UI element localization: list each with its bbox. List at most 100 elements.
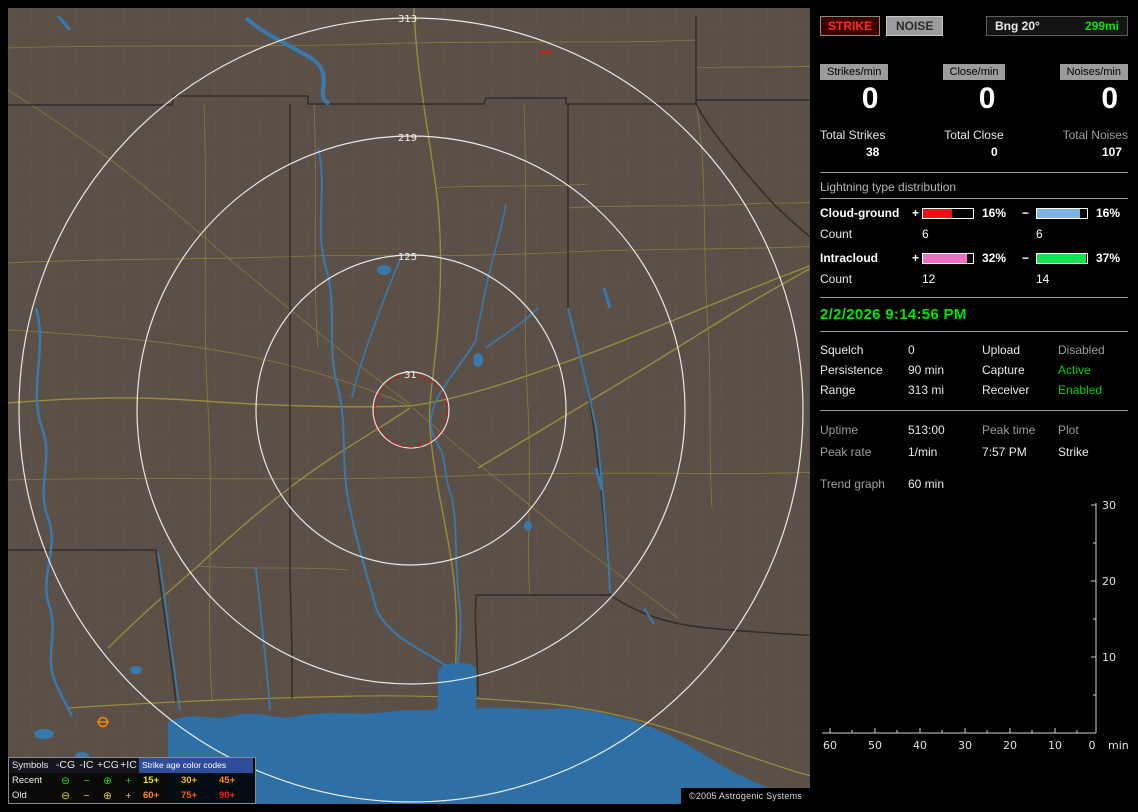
cloud-ground-row: Cloud-ground + 16% − 16% <box>820 206 1128 220</box>
legend-symbols-header: Symbols <box>9 758 55 773</box>
bearing-label: Bng 20° <box>995 19 1040 33</box>
legend-col-neg-cg: -CG <box>55 758 76 773</box>
ic-negative-bar <box>1036 252 1088 264</box>
bearing-range: 299mi <box>1084 19 1119 33</box>
cg-negative-bar <box>1036 207 1088 219</box>
receiver-value: Enabled <box>1058 383 1103 397</box>
close-per-min-label: Close/min <box>942 64 1006 80</box>
age-code-45: 45+ <box>219 775 236 786</box>
strikes-per-min-label: Strikes/min <box>820 64 889 80</box>
total-noises-label: Total Noises <box>1062 128 1128 142</box>
side-panel: STRIKE NOISE Bng 20° 299mi Strikes/min 0… <box>816 8 1130 804</box>
intracloud-row: Intracloud + 32% − 37% <box>820 251 1128 265</box>
noises-per-min-value: 0 <box>1101 82 1118 115</box>
legend-col-neg-ic: -IC <box>76 758 97 773</box>
ic-negative-count: 14 <box>1036 272 1050 286</box>
trend-graph-row: Trend graph 60 min <box>820 477 1128 491</box>
map-svg: 313 219 125 31 <box>8 8 810 804</box>
neg-ic-old-icon: − <box>83 789 90 802</box>
neg-cg-recent-icon: ⊖ <box>61 774 70 787</box>
cg-positive-count: 6 <box>922 227 929 241</box>
ic-positive-count: 12 <box>922 272 936 286</box>
x-axis-unit: min <box>1108 739 1129 752</box>
cg-positive-bar <box>922 207 974 219</box>
upload-value: Disabled <box>1058 343 1105 357</box>
pos-cg-recent-icon: ⊕ <box>103 774 112 787</box>
minus-sign: − <box>1022 251 1030 265</box>
total-noises-value: 107 <box>1101 145 1122 159</box>
ring-label-31: 31 <box>404 370 417 381</box>
strike-tab-button[interactable]: STRIKE <box>820 16 881 36</box>
neg-cg-old-icon: ⊖ <box>61 789 70 802</box>
divider <box>820 410 1128 411</box>
totals: Total Strikes 38 Total Close 0 Total Noi… <box>820 128 1128 159</box>
mode-toolbar: STRIKE NOISE Bng 20° 299mi <box>820 16 1128 36</box>
noises-per-min-label: Noises/min <box>1059 64 1128 80</box>
persistence-label: Persistence <box>820 363 883 377</box>
map-legend: Symbols -CG -IC +CG +IC Strike age color… <box>8 757 256 804</box>
session-table: Uptime 513:00 Peak time Plot Peak rate 1… <box>820 419 1128 463</box>
divider <box>820 297 1128 298</box>
divider <box>820 172 1128 173</box>
trend-chart: 30 20 10 60 50 40 30 20 10 0 min <box>822 499 1129 752</box>
pos-ic-old-icon: + <box>125 789 132 802</box>
close-per-min-value: 0 <box>978 82 996 115</box>
total-close-value: 0 <box>990 145 998 159</box>
squelch-value: 0 <box>908 343 915 357</box>
upload-label: Upload <box>982 343 1021 357</box>
x-tick-0: 0 <box>1089 739 1096 752</box>
plot-label: Plot <box>1058 423 1079 437</box>
count-label: Count <box>820 272 853 286</box>
plus-sign: + <box>912 206 920 220</box>
ic-negative-pct: 37% <box>1096 251 1121 265</box>
cg-negative-count: 6 <box>1036 227 1043 241</box>
peak-time-label: Peak time <box>982 423 1036 437</box>
peak-rate-label: Peak rate <box>820 445 872 459</box>
distribution-title: Lightning type distribution <box>820 180 957 194</box>
status-table: Squelch 0 Upload Disabled Persistence 90… <box>820 340 1128 400</box>
range-label: Range <box>820 383 856 397</box>
squelch-label: Squelch <box>820 343 864 357</box>
noise-tab-button[interactable]: NOISE <box>886 16 944 36</box>
x-tick-60: 60 <box>823 739 837 752</box>
pos-cg-old-icon: ⊕ <box>103 789 112 802</box>
trend-graph-label: Trend graph <box>820 477 885 491</box>
intracloud-label: Intracloud <box>820 251 879 265</box>
legend-row-old-label: Old <box>12 790 27 801</box>
cg-negative-pct: 16% <box>1096 206 1121 220</box>
ring-label-313: 313 <box>398 14 417 25</box>
legend-age-header: Strike age color codes <box>139 758 253 773</box>
ic-positive-pct: 32% <box>982 251 1007 265</box>
legend-col-pos-ic: +IC <box>118 758 139 773</box>
peak-rate-value: 1/min <box>908 445 938 459</box>
range-value: 313 mi <box>908 383 945 397</box>
ic-positive-bar <box>922 252 974 264</box>
minus-sign: − <box>1022 206 1030 220</box>
strikes-per-min-value: 0 <box>861 82 879 115</box>
y-tick-30: 30 <box>1102 499 1116 512</box>
x-tick-50: 50 <box>868 739 882 752</box>
age-code-75: 75+ <box>181 790 198 801</box>
capture-label: Capture <box>982 363 1025 377</box>
receiver-label: Receiver <box>982 383 1030 397</box>
legend-row-recent-label: Recent <box>12 775 43 786</box>
divider <box>820 198 1128 199</box>
copyright-text: ©2005 Astrogenic Systems <box>681 788 810 804</box>
x-tick-40: 40 <box>913 739 927 752</box>
age-code-90: 90+ <box>219 790 236 801</box>
plot-value: Strike <box>1058 445 1089 459</box>
total-close-label: Total Close <box>944 128 1004 142</box>
x-tick-20: 20 <box>1003 739 1017 752</box>
cloud-ground-count-row: Count 6 6 <box>820 227 1128 241</box>
y-tick-20: 20 <box>1102 575 1116 588</box>
bearing-display: Bng 20° 299mi <box>986 16 1128 36</box>
ring-label-125: 125 <box>398 252 417 263</box>
plus-sign: + <box>912 251 920 265</box>
lightning-map[interactable]: 313 219 125 31 Symbols -CG -IC +CG +IC S… <box>8 8 810 804</box>
legend-col-pos-cg: +CG <box>97 758 119 773</box>
trend-graph-value: 60 min <box>908 477 945 491</box>
age-code-15: 15+ <box>143 775 160 786</box>
persistence-value: 90 min <box>908 363 945 377</box>
count-label: Count <box>820 227 853 241</box>
app-window: 313 219 125 31 Symbols -CG -IC +CG +IC S… <box>0 0 1138 812</box>
